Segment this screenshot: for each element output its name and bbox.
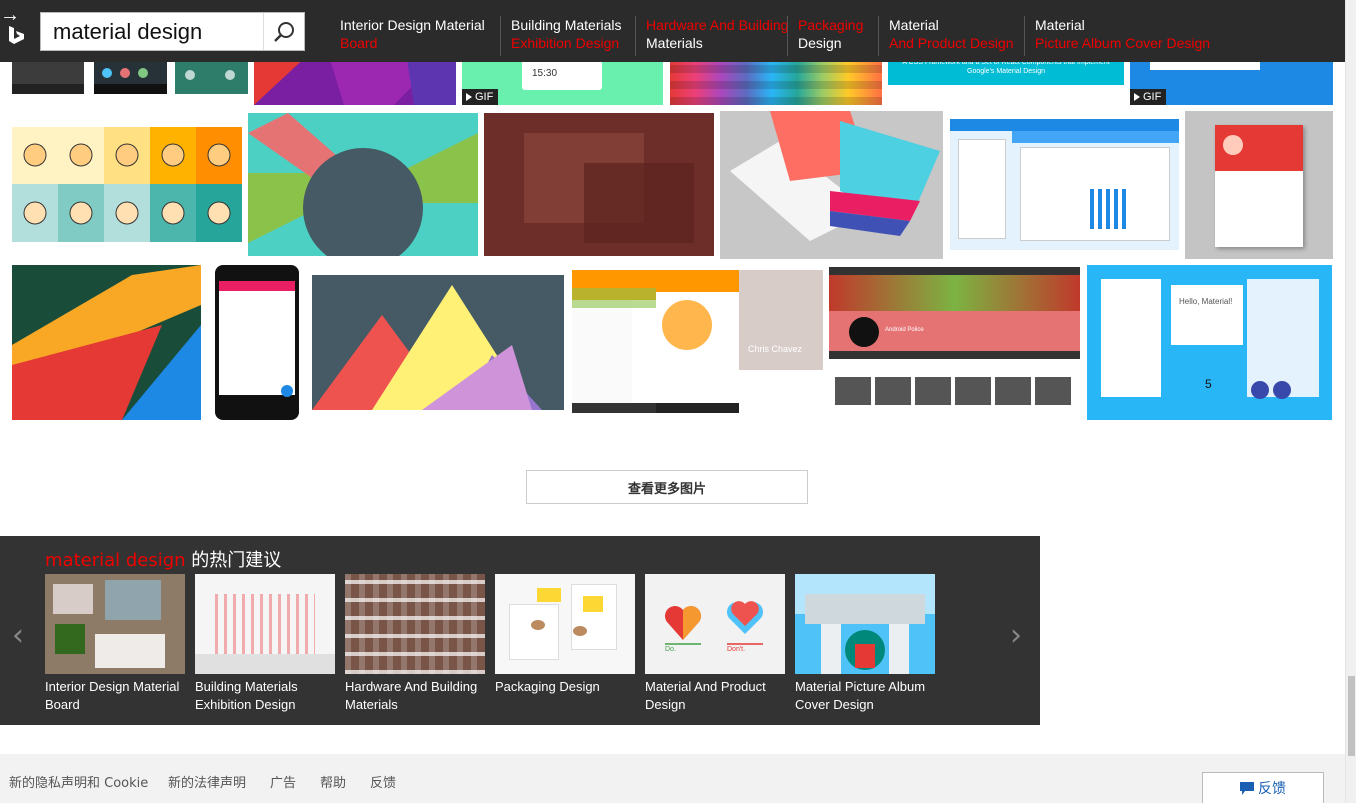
related-search-item[interactable]: Interior Design Material Board — [340, 16, 500, 56]
image-result[interactable] — [950, 119, 1179, 250]
chevron-left-icon[interactable]: ‹ — [12, 618, 24, 653]
image-graphic — [248, 113, 478, 256]
image-result[interactable] — [215, 265, 299, 420]
profile-name: Chris Chavez — [748, 344, 803, 354]
suggestion-card[interactable]: Material Picture Album Cover Design — [795, 574, 935, 714]
do-label: Do. — [665, 646, 676, 653]
image-result[interactable] — [12, 265, 201, 420]
see-more-images-button[interactable]: 查看更多图片 — [526, 470, 808, 504]
suggestion-image — [795, 574, 935, 674]
related-search-item[interactable]: Material Picture Album Cover Design — [1024, 16, 1210, 56]
avatars-graphic — [12, 127, 242, 242]
footer: 新的隐私声明和 Cookie 新的法律声明 广告 帮助 反馈 — [0, 754, 1345, 803]
top-bar: → Interior Design Material Board Buildin… — [0, 0, 1345, 62]
search-icon — [274, 21, 294, 42]
channel-name: Android Police — [885, 327, 924, 333]
image-result[interactable] — [12, 127, 242, 242]
image-result[interactable]: Hello, Material! 5 — [1087, 265, 1332, 420]
popular-suggestions: material design 的热门建议 ‹ › Interior Desig… — [0, 536, 1040, 725]
help-link[interactable]: 帮助 — [320, 772, 346, 791]
vertical-scrollbar[interactable] — [1345, 0, 1356, 803]
play-icon — [466, 93, 472, 101]
dont-label: Don't. — [727, 646, 746, 653]
scrollbar-thumb[interactable] — [1348, 676, 1355, 756]
ads-link[interactable]: 广告 — [270, 772, 296, 791]
search-input[interactable] — [41, 13, 263, 50]
suggestion-image — [495, 574, 635, 674]
suggestion-image — [195, 574, 335, 674]
suggestion-card[interactable]: Building Materials Exhibition Design — [195, 574, 335, 714]
chevron-right-icon[interactable]: › — [1010, 618, 1022, 653]
bing-logo-icon[interactable] — [6, 24, 28, 46]
image-gallery: 15:30 GIF A CSS Framework and a Set of R… — [0, 0, 1345, 430]
gif-badge: GIF — [1130, 89, 1167, 105]
gif-badge: GIF — [462, 89, 499, 105]
image-graphic — [312, 285, 542, 410]
search-box — [40, 12, 305, 51]
clock-text: 15:30 — [522, 60, 602, 90]
image-result[interactable]: Chris Chavez — [572, 270, 823, 413]
image-result[interactable] — [312, 275, 564, 410]
search-button[interactable] — [263, 13, 304, 50]
feedback-link[interactable]: 反馈 — [370, 772, 396, 791]
image-result[interactable] — [720, 111, 943, 259]
page: 15:30 GIF A CSS Framework and a Set of R… — [0, 0, 1356, 803]
suggestion-card[interactable]: Do. Don't. Material And Product Design — [645, 574, 785, 714]
image-result[interactable] — [1185, 111, 1333, 259]
suggestion-image: Do. Don't. — [645, 574, 785, 674]
suggestion-image — [45, 574, 185, 674]
related-search-item[interactable]: Packaging Design — [787, 16, 878, 56]
suggestion-image — [345, 574, 485, 674]
related-search-item[interactable]: Hardware And Building Materials — [635, 16, 788, 56]
related-searches: Interior Design Material Board Building … — [340, 16, 1210, 58]
chat-bubble-icon — [1240, 781, 1254, 795]
related-search-item[interactable]: Building Materials Exhibition Design — [500, 16, 635, 56]
related-search-item[interactable]: Material And Product Design — [878, 16, 1024, 56]
image-result[interactable] — [484, 113, 714, 256]
image-result[interactable]: Android Police — [829, 267, 1080, 417]
hello-text: Hello, Material! — [1171, 285, 1243, 345]
image-result[interactable] — [248, 113, 478, 256]
heart-graphic — [665, 601, 763, 645]
image-graphic — [12, 265, 201, 420]
play-icon — [1134, 93, 1140, 101]
legal-link[interactable]: 新的法律声明 — [168, 772, 246, 791]
feedback-button[interactable]: 反馈 — [1202, 772, 1324, 803]
counter-number: 5 — [1205, 377, 1212, 391]
image-graphic — [730, 111, 940, 241]
popular-title: material design 的热门建议 — [45, 550, 282, 571]
suggestion-card[interactable]: Packaging Design — [495, 574, 635, 696]
suggestion-card[interactable]: Hardware And Building Materials — [345, 574, 485, 714]
privacy-link[interactable]: 新的隐私声明和 Cookie — [9, 772, 148, 791]
suggestion-card[interactable]: Interior Design Material Board — [45, 574, 185, 714]
